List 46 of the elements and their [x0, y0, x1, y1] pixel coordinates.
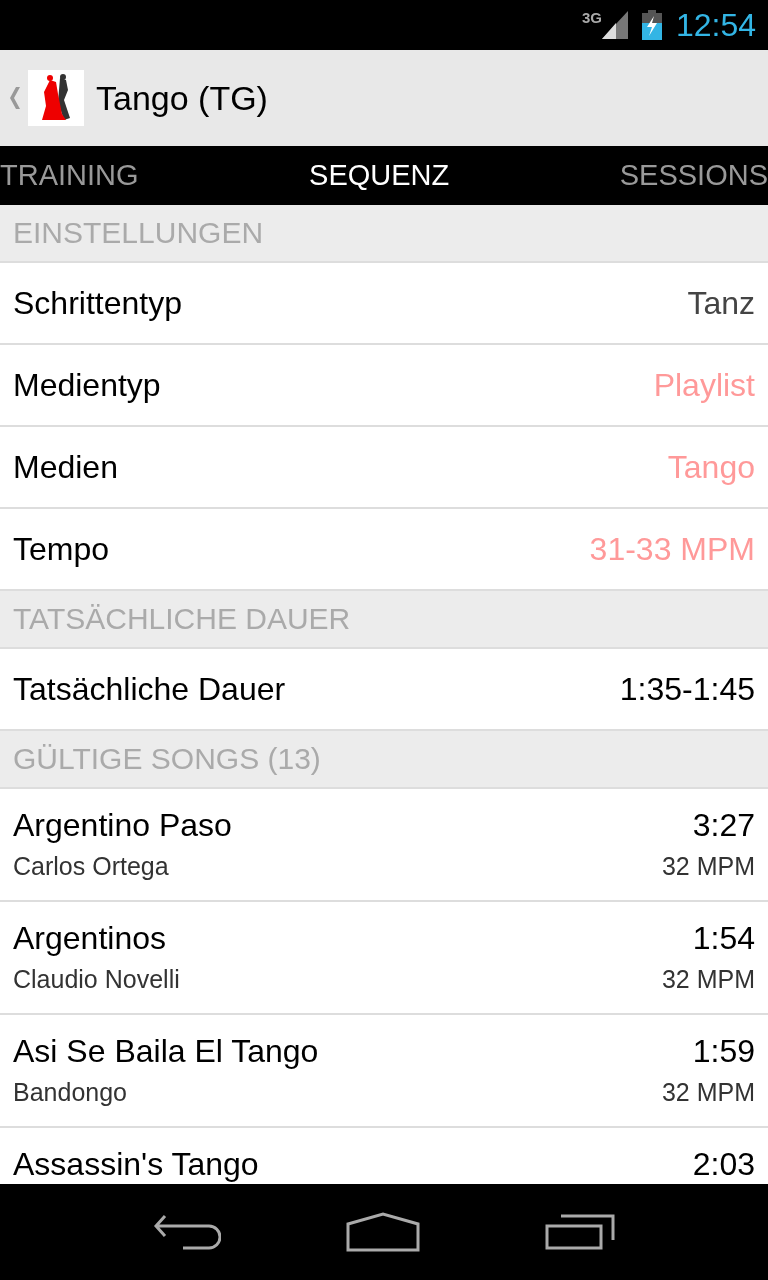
network-type: 3G: [581, 9, 602, 26]
dancers-icon: [28, 70, 84, 126]
tab[interactable]: SEQUENZ: [309, 159, 450, 192]
back-icon[interactable]: [152, 1214, 221, 1250]
setting-value: Playlist: [653, 366, 755, 404]
song-artist: Claudio Novelli: [13, 965, 180, 994]
setting-label: Tatsächliche Dauer: [13, 670, 286, 708]
song-title: Assassin's Tango: [13, 1146, 259, 1183]
setting-row[interactable]: Schrittentyp Tanz: [0, 263, 768, 345]
tab[interactable]: SESSIONS: [619, 159, 768, 192]
setting-label: Medien: [13, 448, 118, 486]
song-tempo: 32 MPM: [661, 852, 755, 881]
song-title: Argentinos: [13, 920, 166, 957]
setting-value: 1:35-1:45: [619, 670, 755, 708]
song-duration: 1:54: [692, 920, 755, 957]
battery-charging-icon: [641, 10, 662, 40]
song-row[interactable]: Asi Se Baila El Tango 1:59 Bandongo 32 MPM: [0, 1015, 768, 1128]
screen-title: Tango (TG): [96, 78, 268, 118]
home-icon[interactable]: [346, 1212, 420, 1252]
song-tempo: 32 MPM: [661, 1078, 755, 1107]
setting-row[interactable]: Medientyp Playlist: [0, 345, 768, 427]
setting-row[interactable]: Medien Tango: [0, 427, 768, 509]
song-artist: Bandongo: [13, 1078, 127, 1107]
section-header: GÜLTIGE SONGS (13): [0, 731, 768, 789]
section-header: TATSÄCHLICHE DAUER: [0, 591, 768, 649]
song-duration: 2:03: [692, 1146, 755, 1183]
back-chevron-icon: [10, 87, 20, 109]
section-header: EINSTELLUNGEN: [0, 205, 768, 263]
clock: 12:54: [675, 6, 756, 44]
setting-label: Schrittentyp: [13, 284, 182, 322]
setting-label: Tempo: [13, 530, 110, 568]
signal-icon: [601, 11, 628, 39]
recent-apps-icon[interactable]: [545, 1214, 616, 1250]
song-tempo: 32 MPM: [661, 965, 755, 994]
song-row[interactable]: Argentinos 1:54 Claudio Novelli 32 MPM: [0, 902, 768, 1015]
setting-value: Tango: [667, 448, 755, 486]
song-row[interactable]: Argentino Paso 3:27 Carlos Ortega 32 MPM: [0, 789, 768, 902]
setting-value: 31-33 MPM: [589, 530, 755, 568]
song-duration: 1:59: [692, 1033, 755, 1070]
setting-value: Tanz: [687, 284, 755, 322]
song-title: Argentino Paso: [13, 807, 232, 844]
setting-label: Medientyp: [13, 366, 161, 404]
tab[interactable]: TRAINING: [0, 159, 139, 192]
song-duration: 3:27: [692, 807, 755, 844]
song-title: Asi Se Baila El Tango: [13, 1033, 319, 1070]
song-artist: Carlos Ortega: [13, 852, 169, 881]
